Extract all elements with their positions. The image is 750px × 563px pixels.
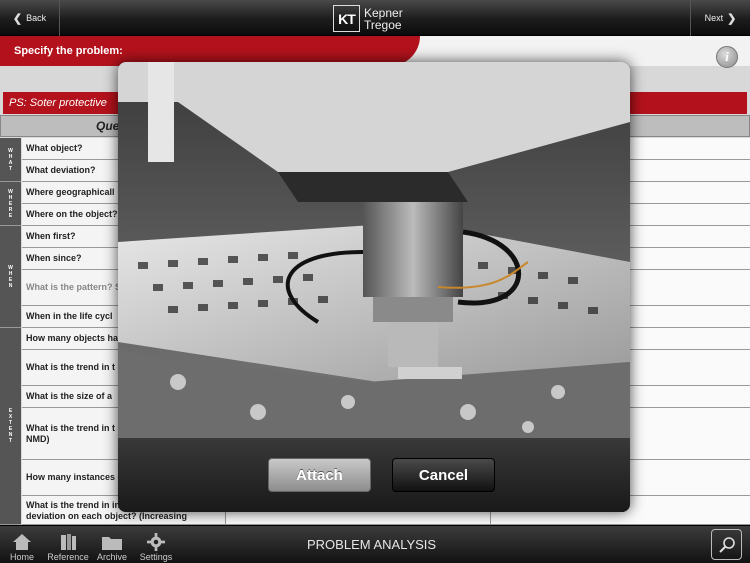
top-nav-bar: ❮ Back KT Kepner Tregoe Next ❯ [0,0,750,36]
kepner-tregoe-logo: KT Kepner Tregoe [333,4,403,33]
dialog-button-bar: Attach Cancel [118,438,630,512]
logo-mark: KT [333,5,360,32]
next-button[interactable]: Next ❯ [690,0,750,36]
specify-label: Specify the problem: [14,45,123,57]
logo-line2: Tregoe [364,17,402,32]
next-label: Next [704,13,724,23]
search-button[interactable] [711,529,742,560]
bottom-tab-bar: Home Reference Archive Settings PROBLEM … [0,525,750,563]
tab-home[interactable]: Home [0,528,44,562]
folder-icon [102,537,122,550]
back-label: Back [26,13,47,23]
logo-line1: Kepner [364,5,403,20]
back-button[interactable]: ❮ Back [0,0,60,36]
bottom-title: PROBLEM ANALYSIS [307,537,437,552]
cancel-button[interactable]: Cancel [392,458,495,492]
attach-button[interactable]: Attach [268,458,371,492]
tab-label: Reference [47,552,89,562]
tab-label: Settings [139,552,173,562]
search-icon [718,536,735,553]
house-icon [13,534,31,550]
tab-label: Archive [96,552,127,562]
tab-archive[interactable]: Archive [90,528,134,562]
tab-settings[interactable]: Settings [134,528,178,562]
machine-photo [118,62,630,438]
group-where: WHERE [0,182,21,226]
gear-icon [147,533,165,551]
info-icon[interactable]: i [716,46,738,68]
chevron-left-icon: ❮ [12,12,23,25]
tab-label: Home [9,552,34,562]
group-when: WHEN [0,226,21,328]
tab-reference[interactable]: Reference [46,528,90,562]
photo-attach-dialog: Attach Cancel [118,62,630,512]
chevron-right-icon: ❯ [727,12,737,25]
group-what: WHAT [0,138,21,182]
books-icon [61,534,76,550]
group-extent: EXTENT [0,328,21,525]
